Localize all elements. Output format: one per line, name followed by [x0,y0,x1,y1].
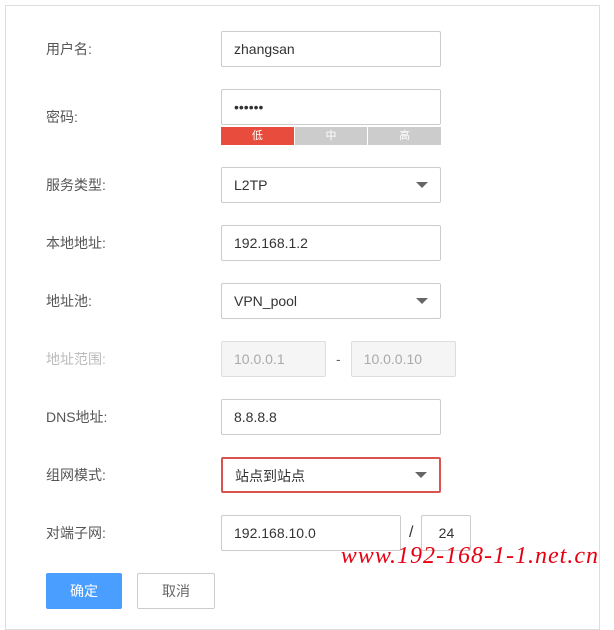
caret-down-icon [416,298,428,304]
address-pool-row: 地址池: VPN_pool [46,283,559,319]
network-mode-row: 组网模式: 站点到站点 [46,457,559,493]
address-pool-select[interactable]: VPN_pool [221,283,441,319]
password-label: 密码: [46,107,221,127]
strength-mid: 中 [295,127,369,145]
address-range-label: 地址范围: [46,349,221,369]
ok-button[interactable]: 确定 [46,573,122,609]
username-row: 用户名: [46,31,559,67]
vpn-config-form: 用户名: 密码: 低 中 高 服务类型: L2TP 本地地址: 地址池: [5,5,600,630]
service-type-label: 服务类型: [46,175,221,195]
password-strength-bar: 低 中 高 [221,127,441,145]
cancel-button[interactable]: 取消 [137,573,215,609]
password-input[interactable] [221,89,441,125]
network-mode-select[interactable]: 站点到站点 [221,457,441,493]
service-type-value: L2TP [234,177,267,193]
local-address-row: 本地地址: [46,225,559,261]
password-row: 密码: 低 中 高 [46,89,559,145]
dns-label: DNS地址: [46,407,221,427]
address-pool-select-wrapper: VPN_pool [221,283,441,319]
strength-high: 高 [368,127,441,145]
username-label: 用户名: [46,39,221,59]
strength-low: 低 [221,127,295,145]
network-mode-value: 站点到站点 [235,468,305,484]
local-address-input[interactable] [221,225,441,261]
network-mode-select-wrapper: 站点到站点 [221,457,441,493]
address-range-row: 地址范围: - [46,341,559,377]
service-type-select[interactable]: L2TP [221,167,441,203]
button-row: 确定 取消 [46,573,559,609]
caret-down-icon [416,182,428,188]
address-range-group: - [221,341,456,377]
username-input[interactable] [221,31,441,67]
subnet-slash: / [409,524,413,542]
local-address-label: 本地地址: [46,233,221,253]
address-pool-label: 地址池: [46,291,221,311]
address-pool-value: VPN_pool [234,293,297,309]
service-type-select-wrapper: L2TP [221,167,441,203]
peer-subnet-label: 对端子网: [46,523,221,543]
network-mode-label: 组网模式: [46,465,221,485]
caret-down-icon [415,472,427,478]
address-range-start-input [221,341,326,377]
password-wrapper: 低 中 高 [221,89,441,145]
dns-row: DNS地址: [46,399,559,435]
range-separator: - [336,351,341,367]
watermark-text: www.192-168-1-1.net.cn [341,543,599,570]
dns-input[interactable] [221,399,441,435]
service-type-row: 服务类型: L2TP [46,167,559,203]
address-range-end-input [351,341,456,377]
